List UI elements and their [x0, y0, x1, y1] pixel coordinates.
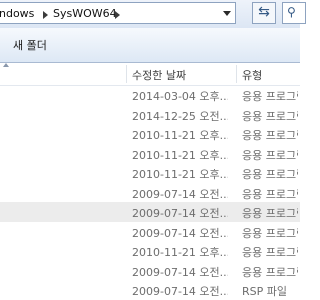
- file-modified-date: 2010-11-21 오후...: [132, 168, 228, 181]
- file-type: 응용 프로그램: [242, 265, 298, 279]
- file-modified-date: 2010-11-21 오후...: [132, 246, 228, 259]
- new-folder-button[interactable]: 새 폴더: [13, 37, 47, 53]
- refresh-button[interactable]: ⇆: [252, 2, 276, 24]
- column-header: 수정한 날짜 유형: [0, 63, 300, 86]
- breadcrumb-syswow64[interactable]: SysWOW64: [53, 7, 117, 20]
- file-modified-date: 2010-11-21 오후...: [132, 129, 228, 142]
- file-modified-date: 2009-07-14 오전...: [132, 285, 228, 298]
- breadcrumb-separator-icon[interactable]: [115, 11, 120, 19]
- file-modified-date: 2009-07-14 오전...: [132, 187, 228, 201]
- file-type: 응용 프로그램: [242, 187, 298, 201]
- file-row[interactable]: 2010-11-21 오후... 응용 프로그램: [0, 163, 300, 183]
- sort-ascending-icon: [3, 63, 9, 67]
- address-bar-area: ndows SysWOW64 ⇆ ⚲: [0, 0, 306, 28]
- file-modified-date: 2014-03-04 오후...: [132, 90, 228, 103]
- file-type: 응용 프로그램: [242, 129, 298, 142]
- file-modified-date: 2014-12-25 오전...: [132, 109, 228, 123]
- file-type: 응용 프로그램: [242, 148, 298, 162]
- breadcrumb-separator-icon[interactable]: [43, 11, 48, 19]
- file-row[interactable]: 2014-12-25 오전... 응용 프로그램: [0, 105, 300, 125]
- file-type: 응용 프로그램: [242, 168, 298, 181]
- file-row[interactable]: 2009-07-14 오전... RSP 파일: [0, 280, 300, 300]
- file-row[interactable]: 2014-03-04 오후... 응용 프로그램: [0, 85, 300, 105]
- file-modified-date: 2009-07-14 오전...: [132, 226, 228, 240]
- column-divider[interactable]: [126, 65, 127, 83]
- file-modified-date: 2009-07-14 오전...: [132, 207, 228, 220]
- breadcrumb-windows[interactable]: ndows: [0, 7, 34, 20]
- file-row[interactable]: 2010-11-21 오후... 응용 프로그램: [0, 144, 300, 164]
- column-header-modified[interactable]: 수정한 날짜: [132, 67, 186, 83]
- file-row[interactable]: 2010-11-21 오후... 응용 프로그램: [0, 124, 300, 144]
- address-dropdown-icon[interactable]: [220, 5, 234, 21]
- search-icon: ⚲: [287, 5, 296, 19]
- file-type: 응용 프로그램: [242, 226, 298, 240]
- file-type: 응용 프로그램: [242, 246, 298, 259]
- file-row[interactable]: 2009-07-14 오전... 응용 프로그램: [0, 183, 300, 203]
- file-type: 응용 프로그램: [242, 207, 298, 220]
- file-modified-date: 2009-07-14 오전...: [132, 265, 228, 279]
- file-row[interactable]: 2009-07-14 오전... 응용 프로그램: [0, 222, 300, 242]
- column-header-type[interactable]: 유형: [242, 67, 262, 83]
- column-divider[interactable]: [236, 65, 237, 83]
- file-row[interactable]: 2009-07-14 오전... 응용 프로그램: [0, 261, 300, 281]
- refresh-icon: ⇆: [258, 4, 270, 20]
- file-list: 2014-03-04 오후... 응용 프로그램 2014-12-25 오전... 응…: [0, 85, 300, 300]
- file-row[interactable]: 2009-07-14 오전... 응용 프로그램: [0, 202, 300, 222]
- file-row[interactable]: 2010-11-21 오후... 응용 프로그램: [0, 241, 300, 261]
- file-modified-date: 2010-11-21 오후...: [132, 148, 228, 162]
- file-type: 응용 프로그램: [242, 109, 298, 123]
- file-type: 응용 프로그램: [242, 90, 298, 103]
- search-button[interactable]: ⚲: [282, 2, 306, 24]
- toolbar: 새 폴더: [0, 28, 300, 63]
- address-bar[interactable]: ndows SysWOW64: [0, 2, 236, 24]
- file-type: RSP 파일: [242, 285, 287, 298]
